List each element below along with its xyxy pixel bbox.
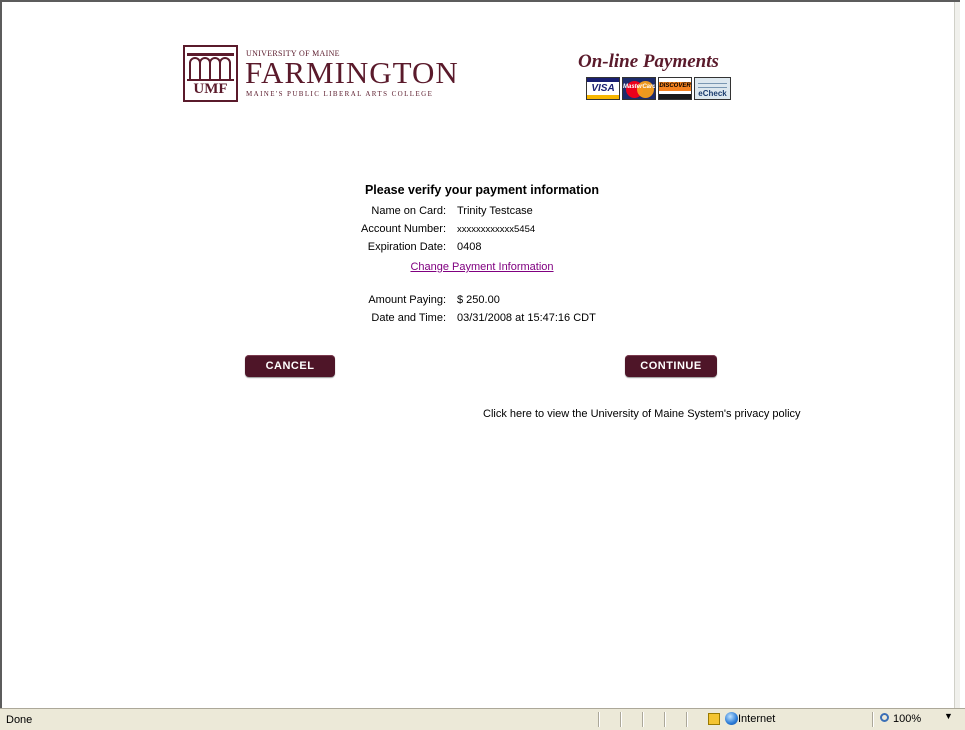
status-separator	[664, 712, 665, 727]
mastercard-icon: MasterCard	[622, 77, 656, 100]
expiration-date-row: Expiration Date: 0408	[2, 241, 962, 257]
zoom-magnifier-icon[interactable]	[880, 713, 889, 722]
status-separator	[620, 712, 621, 727]
amount-paying-value: $ 250.00	[457, 294, 500, 306]
amount-paying-row: Amount Paying: $ 250.00	[2, 294, 962, 310]
date-time-label: Date and Time:	[371, 312, 446, 324]
discover-label: DISCOVER	[659, 82, 691, 91]
status-bar: Done Internet 100% ▼	[0, 708, 965, 730]
mastercard-label: MasterCard	[623, 84, 656, 90]
security-zone-label[interactable]: Internet	[738, 713, 775, 725]
vertical-scrollbar[interactable]	[954, 2, 960, 710]
browser-viewport: UMF UNIVERSITY OF MAINE FARMINGTON MAINE…	[0, 0, 962, 710]
expiration-date-value: 0408	[457, 241, 482, 253]
building-icon	[187, 53, 234, 81]
visa-label: VISA	[591, 83, 615, 94]
name-on-card-row: Name on Card: Trinity Testcase	[2, 205, 962, 221]
status-text: Done	[6, 714, 33, 726]
continue-button[interactable]: CONTINUE	[625, 355, 717, 377]
logo-name: FARMINGTON	[245, 55, 459, 90]
date-time-value: 03/31/2008 at 15:47:16 CDT	[457, 312, 596, 324]
university-logo[interactable]: UMF UNIVERSITY OF MAINE FARMINGTON MAINE…	[183, 45, 458, 105]
account-number-value: xxxxxxxxxxxx5454	[457, 224, 536, 235]
verify-heading: Please verify your payment information	[364, 183, 600, 197]
echeck-icon: eCheck	[694, 77, 731, 100]
account-number-row: Account Number: xxxxxxxxxxxx5454	[2, 223, 962, 239]
name-on-card-label: Name on Card:	[371, 205, 446, 217]
status-separator	[642, 712, 643, 727]
cancel-button[interactable]: CANCEL	[245, 355, 335, 377]
expiration-date-label: Expiration Date:	[367, 241, 446, 253]
privacy-policy-link[interactable]: Click here to view the University of Mai…	[483, 408, 801, 420]
protected-mode-icon[interactable]	[708, 713, 720, 725]
zoom-dropdown-caret-icon[interactable]: ▼	[944, 711, 953, 721]
visa-card-icon: VISA	[586, 77, 620, 100]
status-separator	[872, 712, 873, 727]
amount-paying-label: Amount Paying:	[368, 294, 446, 306]
zoom-level[interactable]: 100%	[893, 713, 921, 725]
date-time-row: Date and Time: 03/31/2008 at 15:47:16 CD…	[2, 312, 962, 328]
logo-tagline: MAINE'S PUBLIC LIBERAL ARTS COLLEGE	[246, 90, 434, 98]
status-separator	[686, 712, 687, 727]
status-separator	[598, 712, 599, 727]
echeck-label: eCheck	[698, 89, 727, 98]
discover-card-icon: DISCOVER	[658, 77, 692, 100]
online-payments-title: On-line Payments	[578, 51, 719, 72]
umf-badge-text: UMF	[193, 81, 228, 97]
name-on-card-value: Trinity Testcase	[457, 205, 533, 217]
umf-building-emblem: UMF	[183, 45, 238, 102]
account-number-label: Account Number:	[361, 223, 446, 235]
change-payment-link[interactable]: Change Payment Information	[2, 261, 962, 273]
internet-zone-globe-icon	[725, 712, 738, 725]
